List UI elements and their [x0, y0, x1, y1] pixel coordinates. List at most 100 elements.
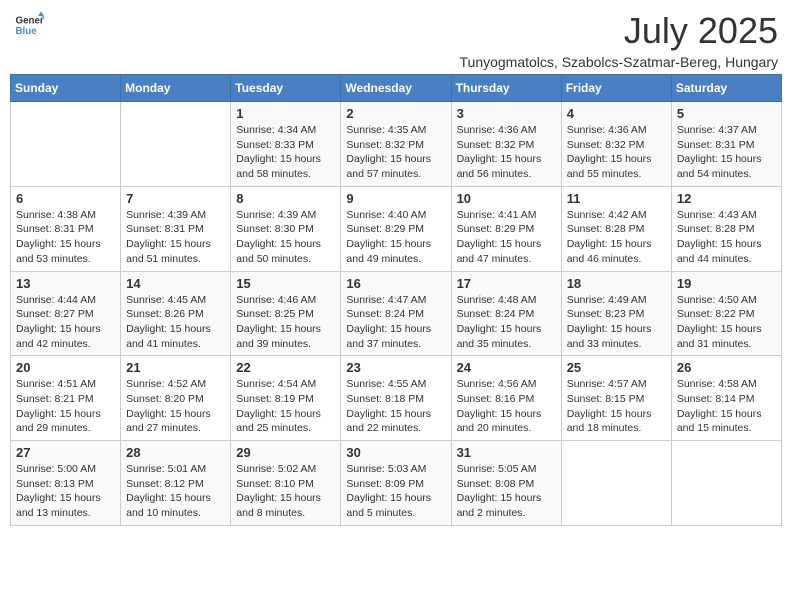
calendar-cell: 8 Sunrise: 4:39 AM Sunset: 8:30 PM Daylig…: [231, 186, 341, 271]
day-number: 26: [677, 360, 776, 375]
calendar-cell: 15 Sunrise: 4:46 AM Sunset: 8:25 PM Dayli…: [231, 271, 341, 356]
day-detail: Sunrise: 4:47 AM Sunset: 8:24 PM Dayligh…: [346, 293, 445, 352]
svg-text:Blue: Blue: [16, 26, 38, 37]
day-detail: Sunrise: 4:34 AM Sunset: 8:33 PM Dayligh…: [236, 123, 335, 182]
day-number: 3: [457, 106, 556, 121]
day-number: 23: [346, 360, 445, 375]
day-number: 15: [236, 276, 335, 291]
calendar-cell: 21 Sunrise: 4:52 AM Sunset: 8:20 PM Dayli…: [121, 356, 231, 441]
day-number: 11: [567, 191, 666, 206]
weekday-header-row: SundayMondayTuesdayWednesdayThursdayFrid…: [11, 75, 782, 102]
calendar-cell: 29 Sunrise: 5:02 AM Sunset: 8:10 PM Dayli…: [231, 441, 341, 526]
day-detail: Sunrise: 5:02 AM Sunset: 8:10 PM Dayligh…: [236, 462, 335, 521]
calendar-cell: [671, 441, 781, 526]
weekday-header-cell: Tuesday: [231, 75, 341, 102]
day-number: 6: [16, 191, 115, 206]
calendar-cell: 17Sunrise: 4:48 AM Sunset: 8:24 PM Dayli…: [451, 271, 561, 356]
calendar-cell: 20Sunrise: 4:51 AM Sunset: 8:21 PM Dayli…: [11, 356, 121, 441]
day-detail: Sunrise: 4:49 AM Sunset: 8:23 PM Dayligh…: [567, 293, 666, 352]
calendar-cell: [121, 102, 231, 187]
day-detail: Sunrise: 4:39 AM Sunset: 8:31 PM Dayligh…: [126, 208, 225, 267]
day-detail: Sunrise: 5:05 AM Sunset: 8:08 PM Dayligh…: [457, 462, 556, 521]
day-detail: Sunrise: 4:46 AM Sunset: 8:25 PM Dayligh…: [236, 293, 335, 352]
day-detail: Sunrise: 4:52 AM Sunset: 8:20 PM Dayligh…: [126, 377, 225, 436]
calendar-cell: 23 Sunrise: 4:55 AM Sunset: 8:18 PM Dayli…: [341, 356, 451, 441]
day-detail: Sunrise: 4:36 AM Sunset: 8:32 PM Dayligh…: [457, 123, 556, 182]
day-number: 19: [677, 276, 776, 291]
day-detail: Sunrise: 4:39 AM Sunset: 8:30 PM Dayligh…: [236, 208, 335, 267]
logo-icon: General Blue: [14, 10, 44, 40]
day-number: 7: [126, 191, 225, 206]
calendar-week-row: 6 Sunrise: 4:38 AM Sunset: 8:31 PM Daylig…: [11, 186, 782, 271]
day-detail: Sunrise: 4:42 AM Sunset: 8:28 PM Dayligh…: [567, 208, 666, 267]
calendar: SundayMondayTuesdayWednesdayThursdayFrid…: [10, 74, 782, 526]
day-detail: Sunrise: 4:41 AM Sunset: 8:29 PM Dayligh…: [457, 208, 556, 267]
day-number: 4: [567, 106, 666, 121]
day-number: 28: [126, 445, 225, 460]
calendar-cell: 19 Sunrise: 4:50 AM Sunset: 8:22 PM Dayli…: [671, 271, 781, 356]
calendar-cell: 6 Sunrise: 4:38 AM Sunset: 8:31 PM Daylig…: [11, 186, 121, 271]
day-detail: Sunrise: 4:40 AM Sunset: 8:29 PM Dayligh…: [346, 208, 445, 267]
header-area: General Blue July 2025 Tunyogmatolcs, Sz…: [10, 10, 782, 70]
calendar-cell: 11 Sunrise: 4:42 AM Sunset: 8:28 PM Dayli…: [561, 186, 671, 271]
day-number: 2: [346, 106, 445, 121]
calendar-week-row: 20Sunrise: 4:51 AM Sunset: 8:21 PM Dayli…: [11, 356, 782, 441]
calendar-cell: 9 Sunrise: 4:40 AM Sunset: 8:29 PM Daylig…: [341, 186, 451, 271]
calendar-cell: 18 Sunrise: 4:49 AM Sunset: 8:23 PM Dayli…: [561, 271, 671, 356]
day-detail: Sunrise: 4:58 AM Sunset: 8:14 PM Dayligh…: [677, 377, 776, 436]
calendar-cell: 2 Sunrise: 4:35 AM Sunset: 8:32 PM Daylig…: [341, 102, 451, 187]
day-number: 20: [16, 360, 115, 375]
day-number: 18: [567, 276, 666, 291]
day-detail: Sunrise: 4:45 AM Sunset: 8:26 PM Dayligh…: [126, 293, 225, 352]
weekday-header-cell: Saturday: [671, 75, 781, 102]
calendar-cell: 10Sunrise: 4:41 AM Sunset: 8:29 PM Dayli…: [451, 186, 561, 271]
calendar-cell: [11, 102, 121, 187]
calendar-cell: 14Sunrise: 4:45 AM Sunset: 8:26 PM Dayli…: [121, 271, 231, 356]
weekday-header-cell: Monday: [121, 75, 231, 102]
calendar-cell: 24 Sunrise: 4:56 AM Sunset: 8:16 PM Dayli…: [451, 356, 561, 441]
calendar-cell: 3 Sunrise: 4:36 AM Sunset: 8:32 PM Daylig…: [451, 102, 561, 187]
subtitle: Tunyogmatolcs, Szabolcs-Szatmar-Bereg, H…: [460, 54, 779, 70]
calendar-body: 1Sunrise: 4:34 AM Sunset: 8:33 PM Daylig…: [11, 102, 782, 526]
day-number: 27: [16, 445, 115, 460]
weekday-header-cell: Friday: [561, 75, 671, 102]
day-detail: Sunrise: 4:48 AM Sunset: 8:24 PM Dayligh…: [457, 293, 556, 352]
day-number: 8: [236, 191, 335, 206]
day-detail: Sunrise: 4:38 AM Sunset: 8:31 PM Dayligh…: [16, 208, 115, 267]
day-detail: Sunrise: 4:50 AM Sunset: 8:22 PM Dayligh…: [677, 293, 776, 352]
day-number: 22: [236, 360, 335, 375]
day-detail: Sunrise: 5:00 AM Sunset: 8:13 PM Dayligh…: [16, 462, 115, 521]
month-title: July 2025: [460, 10, 779, 52]
calendar-week-row: 13Sunrise: 4:44 AM Sunset: 8:27 PM Dayli…: [11, 271, 782, 356]
day-number: 29: [236, 445, 335, 460]
day-number: 31: [457, 445, 556, 460]
day-number: 21: [126, 360, 225, 375]
weekday-header-cell: Sunday: [11, 75, 121, 102]
day-number: 5: [677, 106, 776, 121]
calendar-cell: 5 Sunrise: 4:37 AM Sunset: 8:31 PM Daylig…: [671, 102, 781, 187]
day-detail: Sunrise: 4:43 AM Sunset: 8:28 PM Dayligh…: [677, 208, 776, 267]
calendar-cell: 13Sunrise: 4:44 AM Sunset: 8:27 PM Dayli…: [11, 271, 121, 356]
day-detail: Sunrise: 4:54 AM Sunset: 8:19 PM Dayligh…: [236, 377, 335, 436]
day-detail: Sunrise: 4:36 AM Sunset: 8:32 PM Dayligh…: [567, 123, 666, 182]
calendar-cell: [561, 441, 671, 526]
calendar-cell: 27 Sunrise: 5:00 AM Sunset: 8:13 PM Dayli…: [11, 441, 121, 526]
day-detail: Sunrise: 5:01 AM Sunset: 8:12 PM Dayligh…: [126, 462, 225, 521]
day-detail: Sunrise: 4:56 AM Sunset: 8:16 PM Dayligh…: [457, 377, 556, 436]
day-detail: Sunrise: 4:55 AM Sunset: 8:18 PM Dayligh…: [346, 377, 445, 436]
calendar-cell: 31 Sunrise: 5:05 AM Sunset: 8:08 PM Dayli…: [451, 441, 561, 526]
calendar-cell: 25Sunrise: 4:57 AM Sunset: 8:15 PM Dayli…: [561, 356, 671, 441]
day-number: 24: [457, 360, 556, 375]
day-detail: Sunrise: 4:35 AM Sunset: 8:32 PM Dayligh…: [346, 123, 445, 182]
day-detail: Sunrise: 4:44 AM Sunset: 8:27 PM Dayligh…: [16, 293, 115, 352]
calendar-cell: 4 Sunrise: 4:36 AM Sunset: 8:32 PM Daylig…: [561, 102, 671, 187]
calendar-week-row: 27 Sunrise: 5:00 AM Sunset: 8:13 PM Dayli…: [11, 441, 782, 526]
day-number: 9: [346, 191, 445, 206]
day-number: 30: [346, 445, 445, 460]
title-area: July 2025 Tunyogmatolcs, Szabolcs-Szatma…: [460, 10, 779, 70]
weekday-header-cell: Wednesday: [341, 75, 451, 102]
weekday-header-cell: Thursday: [451, 75, 561, 102]
calendar-cell: 1Sunrise: 4:34 AM Sunset: 8:33 PM Daylig…: [231, 102, 341, 187]
day-detail: Sunrise: 4:37 AM Sunset: 8:31 PM Dayligh…: [677, 123, 776, 182]
svg-text:General: General: [16, 16, 45, 27]
